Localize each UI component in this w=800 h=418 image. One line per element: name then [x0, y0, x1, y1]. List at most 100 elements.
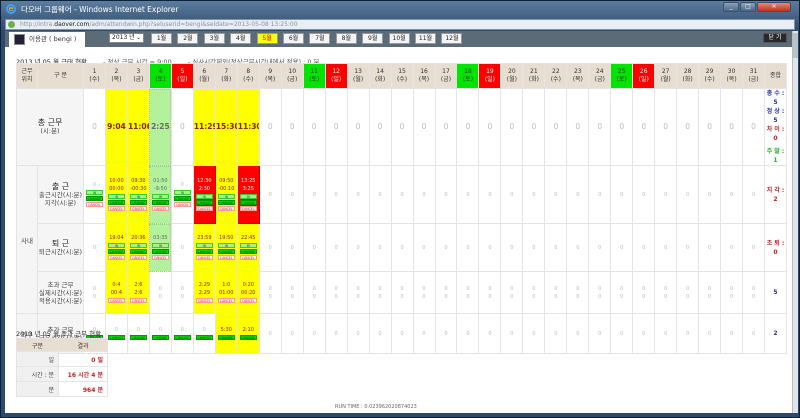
in-button[interactable]: IN — [107, 243, 125, 248]
month-button-1[interactable]: 1월 — [151, 33, 172, 44]
cancel-button[interactable]: CANCEL — [129, 206, 147, 211]
cancel-button[interactable]: CANCEL — [195, 255, 213, 260]
cancel-button[interactable]: CANCEL — [151, 255, 169, 260]
scrollbar-thumb[interactable] — [793, 33, 798, 58]
change-button[interactable]: CHANGE — [151, 335, 169, 340]
cell-value: 01:50 — [153, 178, 168, 184]
month-button-2[interactable]: 2월 — [177, 33, 199, 44]
change-button[interactable]: CHANGE — [217, 335, 235, 340]
change-button[interactable]: CHANGE — [217, 200, 235, 205]
cancel-button[interactable]: CANCEL — [129, 255, 147, 260]
in-button[interactable]: IN — [129, 243, 147, 248]
cancel-button[interactable]: CANCEL — [173, 202, 191, 207]
cancel-button[interactable]: CANCEL — [107, 255, 125, 260]
month-button-5[interactable]: 5월 — [256, 33, 278, 44]
month-button-11[interactable]: 11월 — [415, 33, 436, 44]
in-button[interactable]: IN — [173, 190, 191, 195]
in-button[interactable]: IN — [239, 243, 257, 248]
day-number: 31 — [749, 68, 758, 75]
in-button[interactable]: IN — [129, 194, 147, 199]
month-button-8[interactable]: 8월 — [335, 33, 357, 44]
row-sublabel: 적용시간(시:분) — [38, 296, 83, 305]
day-cell: 00 — [544, 271, 568, 314]
month-button-7[interactable]: 7월 — [309, 33, 331, 44]
cancel-button[interactable]: CANCEL — [239, 298, 257, 303]
cancel-button[interactable]: CANCEL — [239, 255, 257, 260]
in-button[interactable]: IN — [239, 194, 257, 199]
cancel-button[interactable]: CANCEL — [85, 202, 103, 207]
cell-value-2: 0 — [686, 293, 690, 300]
change-button[interactable]: CHANGE — [195, 249, 213, 254]
cancel-button[interactable]: CANCEL — [217, 206, 235, 211]
day-cell: 0 CHANGE — [192, 313, 216, 354]
in-button[interactable]: IN — [107, 194, 125, 199]
change-button[interactable]: CHANGE — [151, 200, 169, 205]
in-button[interactable]: IN — [217, 194, 235, 199]
change-button[interactable]: CHANGE — [173, 196, 191, 201]
change-button[interactable]: CHANGE — [195, 335, 213, 340]
in-button[interactable]: IN — [151, 243, 169, 248]
change-button[interactable]: CHANGE — [107, 249, 125, 254]
window-close-button[interactable]: ✕ — [757, 2, 791, 12]
in-button[interactable]: IN — [195, 243, 213, 248]
change-button[interactable]: CHANGE — [151, 249, 169, 254]
maximize-button[interactable]: □ — [740, 2, 756, 12]
minimize-button[interactable]: _ — [723, 2, 739, 12]
cell-value-2: 0 — [378, 293, 382, 300]
change-button[interactable]: CHANGE — [129, 249, 147, 254]
cancel-button[interactable]: CANCEL — [195, 206, 213, 211]
cell-value-2: 0 — [158, 293, 162, 300]
cancel-button[interactable]: CANCEL — [239, 206, 257, 211]
day-header: 14 (화) — [368, 63, 392, 89]
day-cell: 00 — [566, 271, 590, 314]
change-button[interactable]: CHANGE — [239, 249, 257, 254]
month-button-6[interactable]: 6월 — [283, 33, 304, 44]
month-button-3[interactable]: 3월 — [203, 33, 225, 44]
cancel-button[interactable]: CANCEL — [217, 255, 235, 260]
cell-value: 0 — [334, 191, 338, 198]
day-of-week: (금) — [594, 76, 605, 83]
cell-value: 0:20 — [242, 282, 254, 288]
month-button-10[interactable]: 10월 — [388, 33, 410, 44]
change-button[interactable]: CHANGE — [85, 196, 103, 201]
change-button[interactable]: CHANGE — [217, 249, 235, 254]
cancel-button[interactable]: CANCEL — [151, 206, 169, 211]
cell-value-2: 0 — [356, 293, 360, 300]
day-cell: 00 — [170, 271, 194, 314]
change-button[interactable]: CHANGE — [239, 200, 257, 205]
change-button[interactable]: CHANGE — [129, 200, 147, 205]
change-button[interactable]: CHANGE — [107, 335, 125, 340]
change-button[interactable]: CHANGE — [239, 335, 257, 340]
cancel-button[interactable]: CANCEL — [129, 298, 147, 303]
in-button[interactable]: IN — [151, 194, 169, 199]
cancel-button[interactable]: CANCEL — [107, 206, 125, 211]
change-button[interactable]: CHANGE — [129, 335, 147, 340]
address-bar[interactable]: http://intra.daover.com/adm/attendwin.ph… — [5, 19, 795, 30]
change-button[interactable]: CHANGE — [107, 200, 125, 205]
scrollbar[interactable] — [792, 31, 798, 413]
month-button-9[interactable]: 9월 — [362, 33, 384, 44]
user-tab[interactable]: 이용관 ( bengi ) — [9, 32, 85, 47]
cell-value: 0 — [532, 285, 536, 292]
close-button[interactable]: 닫 기 — [763, 33, 787, 43]
day-cell: 00 — [258, 271, 282, 314]
cancel-button[interactable]: CANCEL — [107, 298, 125, 303]
cancel-button[interactable]: CANCEL — [195, 298, 213, 303]
day-cell: 11:06 — [126, 88, 150, 166]
day-header: 25 (토) — [610, 63, 634, 89]
year-select[interactable]: 2013 년 ⌄ — [109, 33, 144, 43]
summary-item: 조 퇴 : 0 — [766, 239, 785, 256]
day-header: 5 (일) — [170, 63, 194, 89]
row-value: 0 일 — [58, 351, 108, 367]
month-button-4[interactable]: 4월 — [230, 33, 252, 44]
cancel-button[interactable]: CANCEL — [217, 298, 235, 303]
day-of-week: (화) — [682, 76, 693, 83]
change-button[interactable]: CHANGE — [195, 200, 213, 205]
in-button[interactable]: IN — [217, 243, 235, 248]
in-button[interactable]: IN — [195, 194, 213, 199]
in-button[interactable]: IN — [85, 190, 103, 195]
cell-value: 0 — [686, 330, 690, 337]
summary-cell: 조 퇴 : 0 — [764, 223, 787, 272]
month-button-12[interactable]: 12월 — [441, 33, 463, 44]
change-button[interactable]: CHANGE — [173, 335, 191, 340]
